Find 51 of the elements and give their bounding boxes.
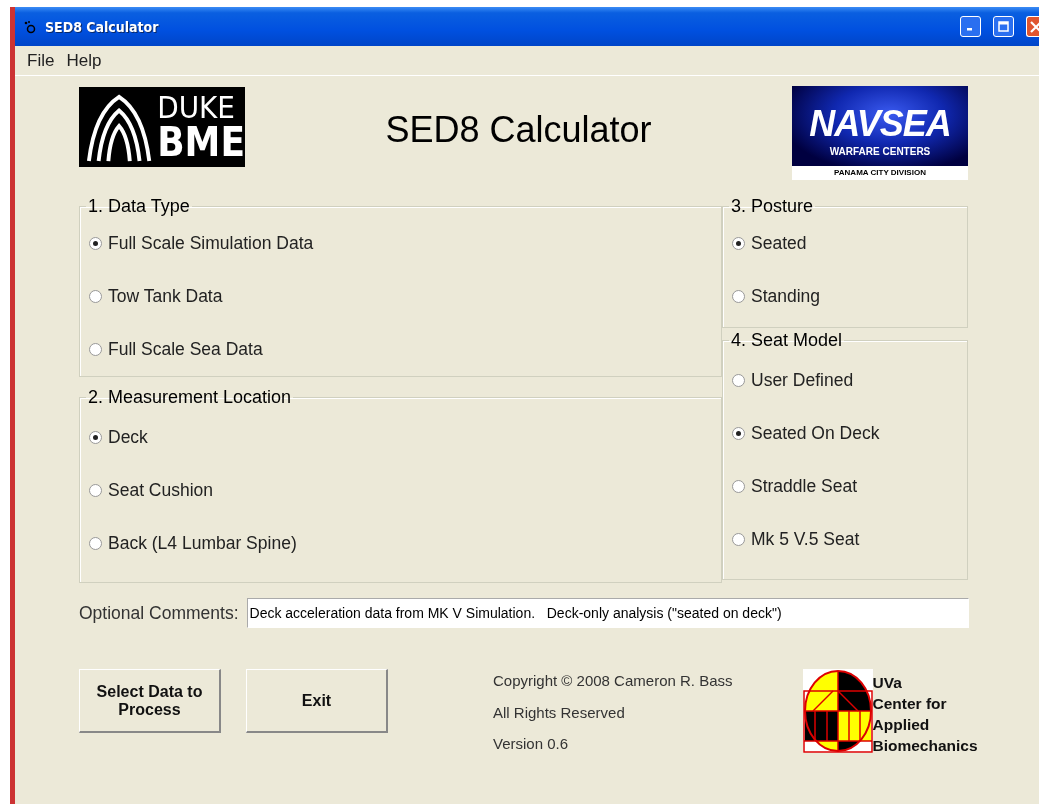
radio-option[interactable]: Straddle Seat	[732, 460, 967, 513]
radio-option[interactable]: Full Scale Simulation Data	[89, 217, 721, 270]
radio-button[interactable]	[89, 237, 102, 250]
radio-option[interactable]: Back (L4 Lumbar Spine)	[89, 517, 721, 570]
radio-option[interactable]: Tow Tank Data	[89, 270, 721, 323]
radio-option[interactable]: Standing	[732, 270, 967, 323]
group-title: 2. Measurement Location	[87, 386, 293, 408]
group-title: 4. Seat Model	[730, 329, 844, 351]
radio-button[interactable]	[89, 290, 102, 303]
radio-button[interactable]	[732, 237, 745, 250]
menu-item[interactable]: File	[23, 50, 59, 71]
radio-button[interactable]	[89, 484, 102, 497]
radio-button[interactable]	[732, 533, 745, 546]
radio-option[interactable]: Deck	[89, 411, 721, 464]
maximize-icon	[998, 21, 1009, 32]
action-button[interactable]: Select Data to Process	[79, 669, 221, 733]
radio-option[interactable]: User Defined	[732, 354, 967, 407]
credit-text: Copyright © 2008 Cameron R. Bass	[493, 671, 733, 691]
logo-subtitle: WARFARE CENTERS	[829, 145, 931, 157]
radio-button[interactable]	[89, 343, 102, 356]
radio-option[interactable]: Seat Cushion	[89, 464, 721, 517]
logo-text: NAVSEA	[809, 105, 951, 142]
lab-name: UVa Center for Applied Biomechanics	[872, 673, 978, 756]
radio-button[interactable]	[732, 374, 745, 387]
radio-button[interactable]	[732, 480, 745, 493]
radio-option[interactable]: Seated	[732, 217, 967, 270]
logo-text: DUKE	[157, 93, 236, 123]
app-icon	[23, 19, 37, 34]
radio-option[interactable]: Mk 5 V.5 Seat	[732, 513, 967, 566]
group-title: 3. Posture	[730, 195, 815, 217]
app-title: SED8 Calculator	[384, 109, 653, 151]
comments-field[interactable]: Deck acceleration data from MK V Simulation. Deck-only analysis ("seated on deck")	[246, 598, 969, 628]
maximize-button[interactable]	[993, 16, 1014, 37]
minimize-button[interactable]	[960, 16, 981, 37]
field-label: Optional Comments:	[79, 602, 239, 624]
group-title: 1. Data Type	[87, 195, 191, 217]
action-button[interactable]: Exit	[246, 669, 388, 733]
radio-button[interactable]	[732, 427, 745, 440]
menu-item[interactable]: Help	[62, 50, 106, 71]
radio-button[interactable]	[89, 431, 102, 444]
credit-text: All Rights Reserved	[493, 702, 626, 723]
logo-caption: PANAMA CITY DIVISION	[792, 166, 968, 180]
credit-text: Version 0.6	[493, 734, 570, 754]
radio-option[interactable]: Full Scale Sea Data	[89, 323, 721, 376]
close-icon	[1030, 20, 1039, 33]
logo-text: BME	[157, 122, 245, 161]
radio-button[interactable]	[732, 290, 745, 303]
arches-icon	[85, 92, 154, 162]
radio-button[interactable]	[89, 537, 102, 550]
window-title: SED8 Calculator	[45, 18, 160, 35]
radio-option[interactable]: Seated On Deck	[732, 407, 967, 460]
